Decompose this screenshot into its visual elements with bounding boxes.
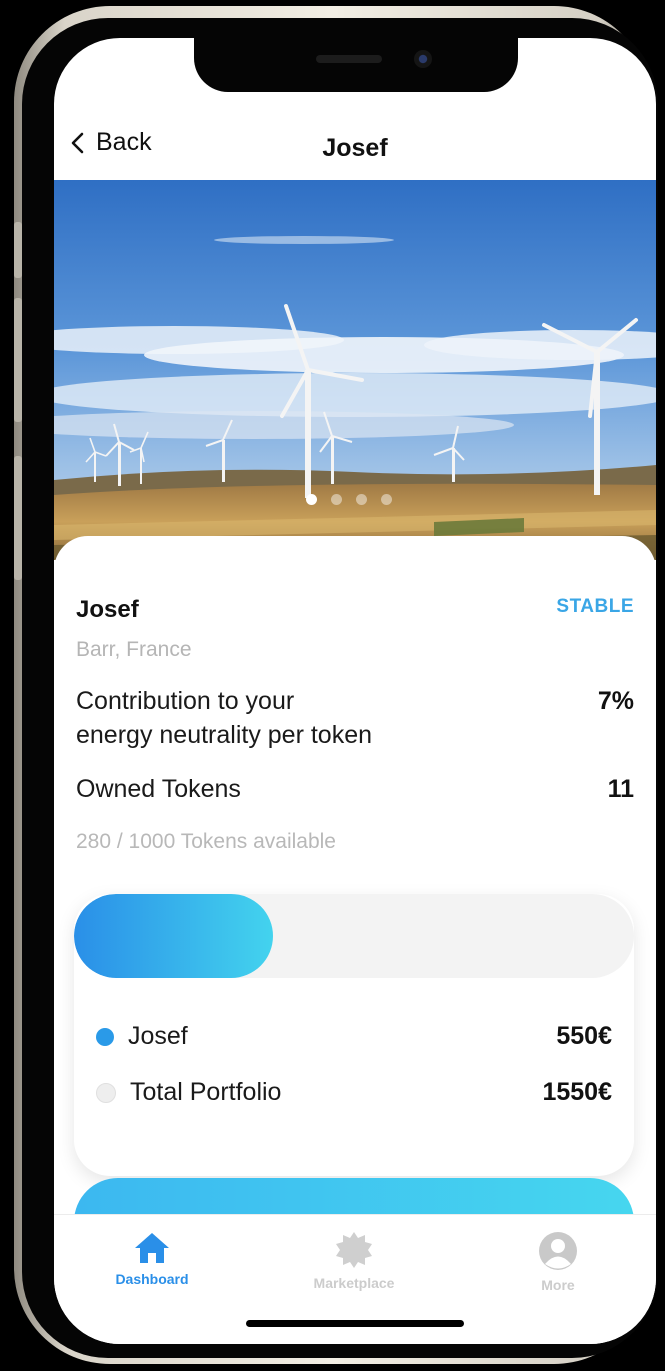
carousel-indicator[interactable]	[306, 494, 392, 505]
tab-marketplace[interactable]: Marketplace	[294, 1231, 414, 1291]
contribution-label: Contribution to your energy neutrality p…	[76, 687, 373, 749]
user-icon	[539, 1232, 577, 1270]
legend-value: 1550€	[542, 1078, 612, 1106]
tab-more[interactable]: More	[498, 1231, 618, 1293]
portfolio-share-fill	[74, 894, 273, 978]
gear-badge-icon	[336, 1232, 372, 1268]
volume-up-button	[14, 298, 22, 422]
home-indicator	[246, 1320, 464, 1327]
legend-item-total-portfolio: Total Portfolio 1550€	[96, 1078, 612, 1107]
legend-dot	[96, 1027, 114, 1046]
contribution-row: Contribution to your energy neutrality p…	[76, 684, 634, 752]
portfolio-share-bar	[74, 894, 634, 978]
legend-label: Josef	[128, 1022, 188, 1050]
notch	[194, 38, 518, 92]
owned-tokens-row: Owned Tokens 11	[76, 772, 634, 806]
status-badge: STABLE	[556, 596, 634, 617]
legend-label: Total Portfolio	[130, 1078, 282, 1106]
tokens-available: 280 / 1000 Tokens available	[76, 830, 336, 853]
title-row: Josef STABLE	[76, 596, 634, 624]
page-title: Josef	[322, 134, 388, 162]
portfolio-card: Josef 550€ Total Portfolio 1550€	[74, 894, 634, 1176]
tab-label: Dashboard	[115, 1271, 189, 1287]
owned-tokens-value: 11	[607, 775, 634, 803]
project-location: Barr, France	[76, 638, 192, 661]
carousel-dot[interactable]	[306, 494, 317, 505]
owned-tokens-label: Owned Tokens	[76, 775, 241, 803]
carousel-dot[interactable]	[331, 494, 342, 505]
project-name: Josef	[76, 596, 139, 623]
carousel-dot[interactable]	[381, 494, 392, 505]
tab-dashboard[interactable]: Dashboard	[92, 1231, 212, 1287]
carousel-dot[interactable]	[356, 494, 367, 505]
legend-dot	[96, 1082, 116, 1103]
legend-value: 550€	[556, 1022, 612, 1050]
legend-item-josef: Josef 550€	[96, 1022, 612, 1051]
volume-down-button	[14, 456, 22, 580]
mute-switch	[14, 222, 22, 278]
contribution-value: 7%	[597, 687, 634, 715]
phone-screen: Back Josef Josef STABLE Barr, France Con…	[54, 38, 656, 1344]
tab-label: More	[541, 1277, 575, 1293]
detail-sheet: Josef STABLE Barr, France Contribution t…	[54, 536, 656, 1236]
home-icon	[135, 1233, 169, 1263]
front-camera	[414, 50, 432, 68]
tab-label: Marketplace	[313, 1275, 395, 1291]
speaker-grille	[316, 55, 382, 63]
navigation-bar: Back Josef	[54, 120, 656, 180]
